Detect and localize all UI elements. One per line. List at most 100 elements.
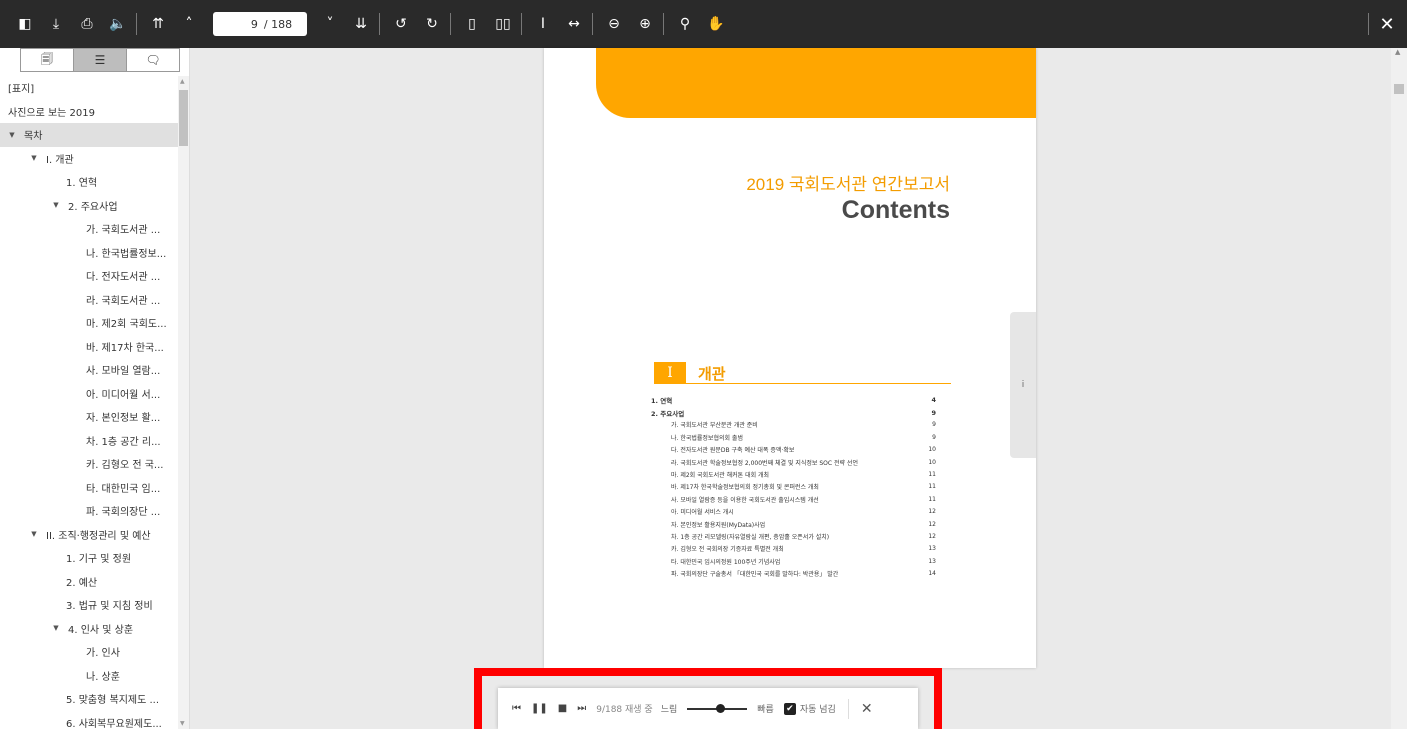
player-divider: [847, 698, 849, 719]
speaker-icon[interactable]: 🔈: [104, 10, 132, 38]
outline-item[interactable]: ▼ 4. 인사 및 상훈: [0, 617, 178, 641]
expand-caret-icon[interactable]: ▼: [50, 201, 62, 209]
expand-caret-icon[interactable]: ▼: [28, 154, 40, 162]
entry-title: 라. 국회도서관 학술정보협정 2,000번째 체결 및 지식정보 SOC 전략…: [671, 459, 858, 467]
outline-item[interactable]: 1. 연혁: [0, 170, 178, 194]
outline-item[interactable]: 카. 김형오 전 국...: [0, 452, 178, 476]
entry-page: 9: [932, 421, 936, 429]
first-page-icon[interactable]: ⏮: [512, 703, 521, 714]
stop-icon[interactable]: ■: [558, 703, 567, 714]
outline-item[interactable]: 차. 1층 공간 리...: [0, 429, 178, 453]
outline-item-label: 마. 제2회 국회도...: [86, 319, 167, 331]
fit-height-icon[interactable]: Ⅰ: [529, 10, 557, 38]
previous-page-icon[interactable]: ˄: [175, 10, 203, 38]
info-side-tab[interactable]: i: [1010, 312, 1036, 458]
contents-title: Contents: [841, 196, 950, 224]
outline-item[interactable]: 6. 사회복무요원제도...: [0, 711, 178, 729]
last-page-icon[interactable]: ⇊: [347, 10, 375, 38]
entry-title: 나. 한국법률정보협의회 출범: [671, 434, 743, 442]
outline-item[interactable]: 바. 제17차 한국...: [0, 335, 178, 359]
entry-page: 13: [928, 557, 936, 565]
outline-item[interactable]: 1. 기구 및 정원: [0, 546, 178, 570]
expand-caret-icon[interactable]: ▼: [6, 131, 18, 139]
annotations-tab-icon[interactable]: 🗨: [127, 49, 179, 71]
outline-item[interactable]: 2. 예산: [0, 570, 178, 594]
outline-item[interactable]: 5. 맞춤형 복지제도 ...: [0, 687, 178, 711]
next-page-icon[interactable]: ˅: [316, 10, 344, 38]
outline-item-label: 바. 제17차 한국...: [86, 342, 164, 354]
main-scroll-thumb[interactable]: [1394, 84, 1404, 94]
toolbar-separator: [379, 13, 380, 35]
contents-entry: 나. 한국법률정보협의회 출범 9: [651, 431, 936, 443]
download-icon[interactable]: ⤓: [42, 10, 70, 38]
outline-item[interactable]: 다. 전자도서관 ...: [0, 264, 178, 288]
last-page-icon[interactable]: ⏭: [577, 703, 586, 714]
toolbar-divider: [1368, 13, 1369, 35]
outline-item[interactable]: 사. 모바일 열람...: [0, 358, 178, 382]
outline-item[interactable]: 가. 국회도서관 ...: [0, 217, 178, 241]
contents-entry: 2. 주요사업 9: [651, 406, 936, 418]
outline-item-label: 목차: [24, 131, 43, 143]
outline-item[interactable]: [표지]: [0, 76, 178, 100]
scroll-down-icon[interactable]: ▼: [180, 720, 185, 727]
entry-title: 다. 전자도서관 원문DB 구축 예산 대폭 증액·확보: [671, 447, 795, 455]
main-scrollbar[interactable]: ▲: [1391, 48, 1407, 729]
outline-item[interactable]: 가. 인사: [0, 640, 178, 664]
outline-item[interactable]: 라. 국회도서관 ...: [0, 288, 178, 312]
outline-item[interactable]: ▼ I. 개관: [0, 147, 178, 171]
close-player-icon[interactable]: ✕: [861, 701, 873, 717]
pause-icon[interactable]: ❚❚: [531, 703, 548, 714]
rotate-clockwise-icon[interactable]: ↻: [418, 10, 446, 38]
speed-slider[interactable]: [687, 703, 748, 713]
scroll-up-icon[interactable]: ▲: [1395, 48, 1400, 56]
speed-slider-knob[interactable]: [715, 703, 725, 713]
entry-page: 9: [931, 408, 936, 417]
playback-status: 9/188 재생 중: [596, 705, 653, 715]
auto-advance-checkbox[interactable]: ✔: [783, 702, 796, 715]
outline-item-label: 아. 미디어월 서...: [86, 389, 161, 401]
hand-tool-icon[interactable]: ✋: [702, 10, 730, 38]
outline-item[interactable]: 타. 대한민국 임...: [0, 476, 178, 500]
outline-item[interactable]: 나. 한국법률정보...: [0, 241, 178, 265]
outline-item[interactable]: ▼ 목차: [0, 123, 178, 147]
search-icon[interactable]: ⚲: [671, 10, 699, 38]
entry-title: 1. 연혁: [651, 397, 673, 406]
first-page-icon[interactable]: ⇈: [144, 10, 172, 38]
outline-item[interactable]: 나. 상훈: [0, 664, 178, 688]
report-title: 2019 국회도서관 연간보고서: [746, 175, 950, 194]
entry-title: 가. 국회도서관 부산분관 개관 준비: [671, 422, 758, 430]
outline-item-label: 4. 인사 및 상훈: [68, 624, 134, 636]
rotate-counterclockwise-icon[interactable]: ↺: [387, 10, 415, 38]
outline-item-label: 라. 국회도서관 ...: [86, 295, 161, 307]
sidebar-scroll-thumb[interactable]: [179, 90, 188, 146]
entry-title: 자. 본인정보 활용지원(MyData)사업: [671, 521, 766, 529]
outline-item[interactable]: 자. 본인정보 활...: [0, 405, 178, 429]
outline-item[interactable]: 사진으로 보는 2019: [0, 100, 178, 124]
outline-tab-icon[interactable]: ☰: [74, 49, 127, 71]
entry-page: 12: [928, 508, 936, 516]
zoom-out-icon[interactable]: ⊖: [600, 10, 628, 38]
outline-item[interactable]: ▼ 2. 주요사업: [0, 194, 178, 218]
playback-bar: ⏮ ❚❚ ■ ⏭ 9/188 재생 중 느림 빠름 ✔ 자동 넘김 ✕: [498, 688, 918, 729]
outline-item[interactable]: 3. 법규 및 지침 정비: [0, 593, 178, 617]
scroll-up-icon[interactable]: ▲: [180, 78, 185, 85]
single-page-icon[interactable]: ▯: [458, 10, 486, 38]
close-icon[interactable]: ✕: [1373, 10, 1401, 38]
contents-entry: 파. 국회의장단 구술총서 「대한민국 국회를 말하다: 박관용」 발간 14: [651, 567, 936, 579]
page-number-input[interactable]: [227, 17, 258, 31]
two-page-icon[interactable]: ▯▯: [489, 10, 517, 38]
thumbnails-tab-icon[interactable]: 🗐: [21, 49, 74, 71]
zoom-in-icon[interactable]: ⊕: [631, 10, 659, 38]
outline-item-label: 1. 기구 및 정원: [66, 554, 132, 566]
entry-page: 13: [928, 545, 936, 553]
expand-caret-icon[interactable]: ▼: [50, 624, 62, 632]
outline-item[interactable]: 파. 국회의장단 ...: [0, 499, 178, 523]
fit-width-icon[interactable]: ↔: [560, 10, 588, 38]
outline-item[interactable]: ▼ II. 조직·행정관리 및 예산: [0, 523, 178, 547]
sidebar-toggle-icon[interactable]: ◧: [11, 10, 39, 38]
outline-item[interactable]: 아. 미디어월 서...: [0, 382, 178, 406]
print-icon[interactable]: ⎙: [73, 10, 101, 38]
outline-item[interactable]: 마. 제2회 국회도...: [0, 311, 178, 335]
expand-caret-icon[interactable]: ▼: [28, 530, 40, 538]
sidebar-scrollbar[interactable]: ▲ ▼: [178, 76, 189, 729]
